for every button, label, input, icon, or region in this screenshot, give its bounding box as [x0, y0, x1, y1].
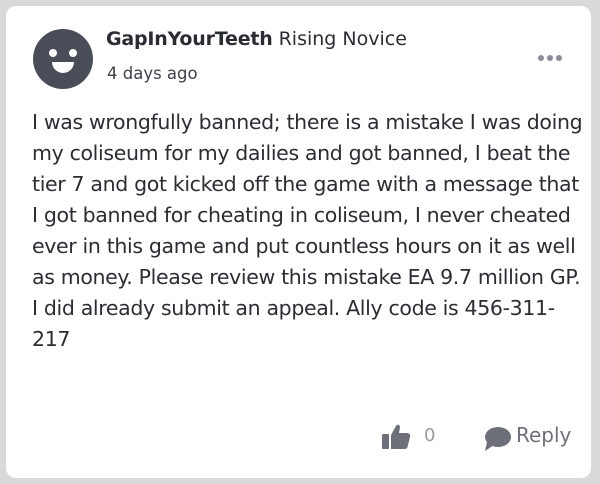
- author-rank: Rising Novice: [278, 28, 407, 50]
- avatar[interactable]: [33, 29, 93, 89]
- speech-bubble-icon: [484, 426, 512, 452]
- post-body: I was wrongfully banned; there is a mist…: [32, 110, 583, 351]
- author-username[interactable]: GapInYourTeeth: [106, 28, 273, 50]
- like-count: 0: [424, 425, 436, 446]
- more-options-icon[interactable]: [538, 54, 564, 62]
- post-actions: 0 Reply: [380, 422, 580, 452]
- post-timestamp: 4 days ago: [107, 64, 198, 83]
- thumbs-up-icon[interactable]: [380, 422, 412, 452]
- avatar-left-eye: [49, 49, 57, 57]
- post-card: GapInYourTeeth Rising Novice 4 days ago I…: [6, 6, 591, 478]
- avatar-right-eye: [69, 49, 77, 57]
- reply-label: Reply: [516, 423, 572, 447]
- post-header: GapInYourTeeth Rising Novice: [106, 28, 407, 50]
- avatar-mouth: [52, 62, 74, 73]
